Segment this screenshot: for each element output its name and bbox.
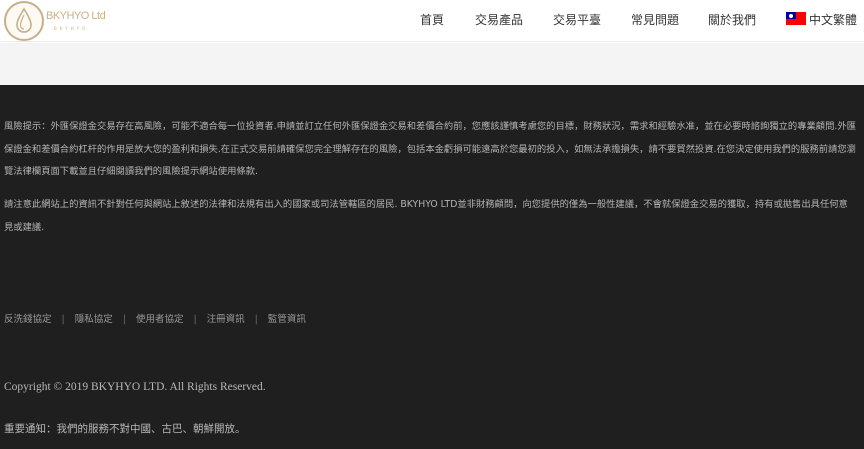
taiwan-flag-icon[interactable] xyxy=(786,12,806,25)
footer-links: 反洗錢協定 | 隱私協定 | 使用者協定 | 注冊資訊 | 監管資訊 xyxy=(4,311,306,325)
language-selector[interactable]: 中文繁體 xyxy=(809,11,857,28)
link-regulatory-info[interactable]: 監管資訊 xyxy=(268,314,306,325)
nav-about[interactable]: 關於我們 xyxy=(708,11,756,28)
jurisdiction-notice-text: 請注意此網站上的資訊不針對任何與網站上敘述的法律和法規有出入的國家或司法管轄區的… xyxy=(4,199,848,233)
nav-products[interactable]: 交易產品 xyxy=(475,11,523,28)
link-registration-info[interactable]: 注冊資訊 xyxy=(207,314,245,325)
risk-warning-text: 風險提示：外匯保證金交易存在高風險，可能不適合每一位投資者.申請並訂立任何外匯保… xyxy=(4,121,856,177)
link-separator: | xyxy=(61,314,65,325)
link-user-agreement[interactable]: 使用者協定 xyxy=(136,314,184,325)
brand-subtitle: BKYHYO xyxy=(54,26,89,31)
site-header: BKYHYO Ltd BKYHYO 首頁 交易產品 交易平臺 常見問題 關於我們… xyxy=(0,0,864,42)
nav-home[interactable]: 首頁 xyxy=(420,11,444,28)
brand-logo-icon[interactable] xyxy=(4,1,44,41)
link-separator: | xyxy=(122,314,126,325)
header-spacer-band xyxy=(0,43,864,85)
copyright-text: Copyright © 2019 BKYHYO LTD. All Rights … xyxy=(4,381,266,393)
link-separator: | xyxy=(193,314,197,325)
nav-faq[interactable]: 常見問題 xyxy=(631,11,679,28)
brand-name[interactable]: BKYHYO Ltd xyxy=(46,10,106,22)
site-footer: 風險提示：外匯保證金交易存在高風險，可能不適合每一位投資者.申請並訂立任何外匯保… xyxy=(0,85,864,449)
link-anti-money-laundering[interactable]: 反洗錢協定 xyxy=(4,314,52,325)
link-privacy[interactable]: 隱私協定 xyxy=(75,314,113,325)
important-notice-text: 重要通知：我們的服務不對中國、古巴、朝鮮開放。 xyxy=(4,423,246,435)
link-separator: | xyxy=(254,314,258,325)
nav-platform[interactable]: 交易平臺 xyxy=(553,11,601,28)
